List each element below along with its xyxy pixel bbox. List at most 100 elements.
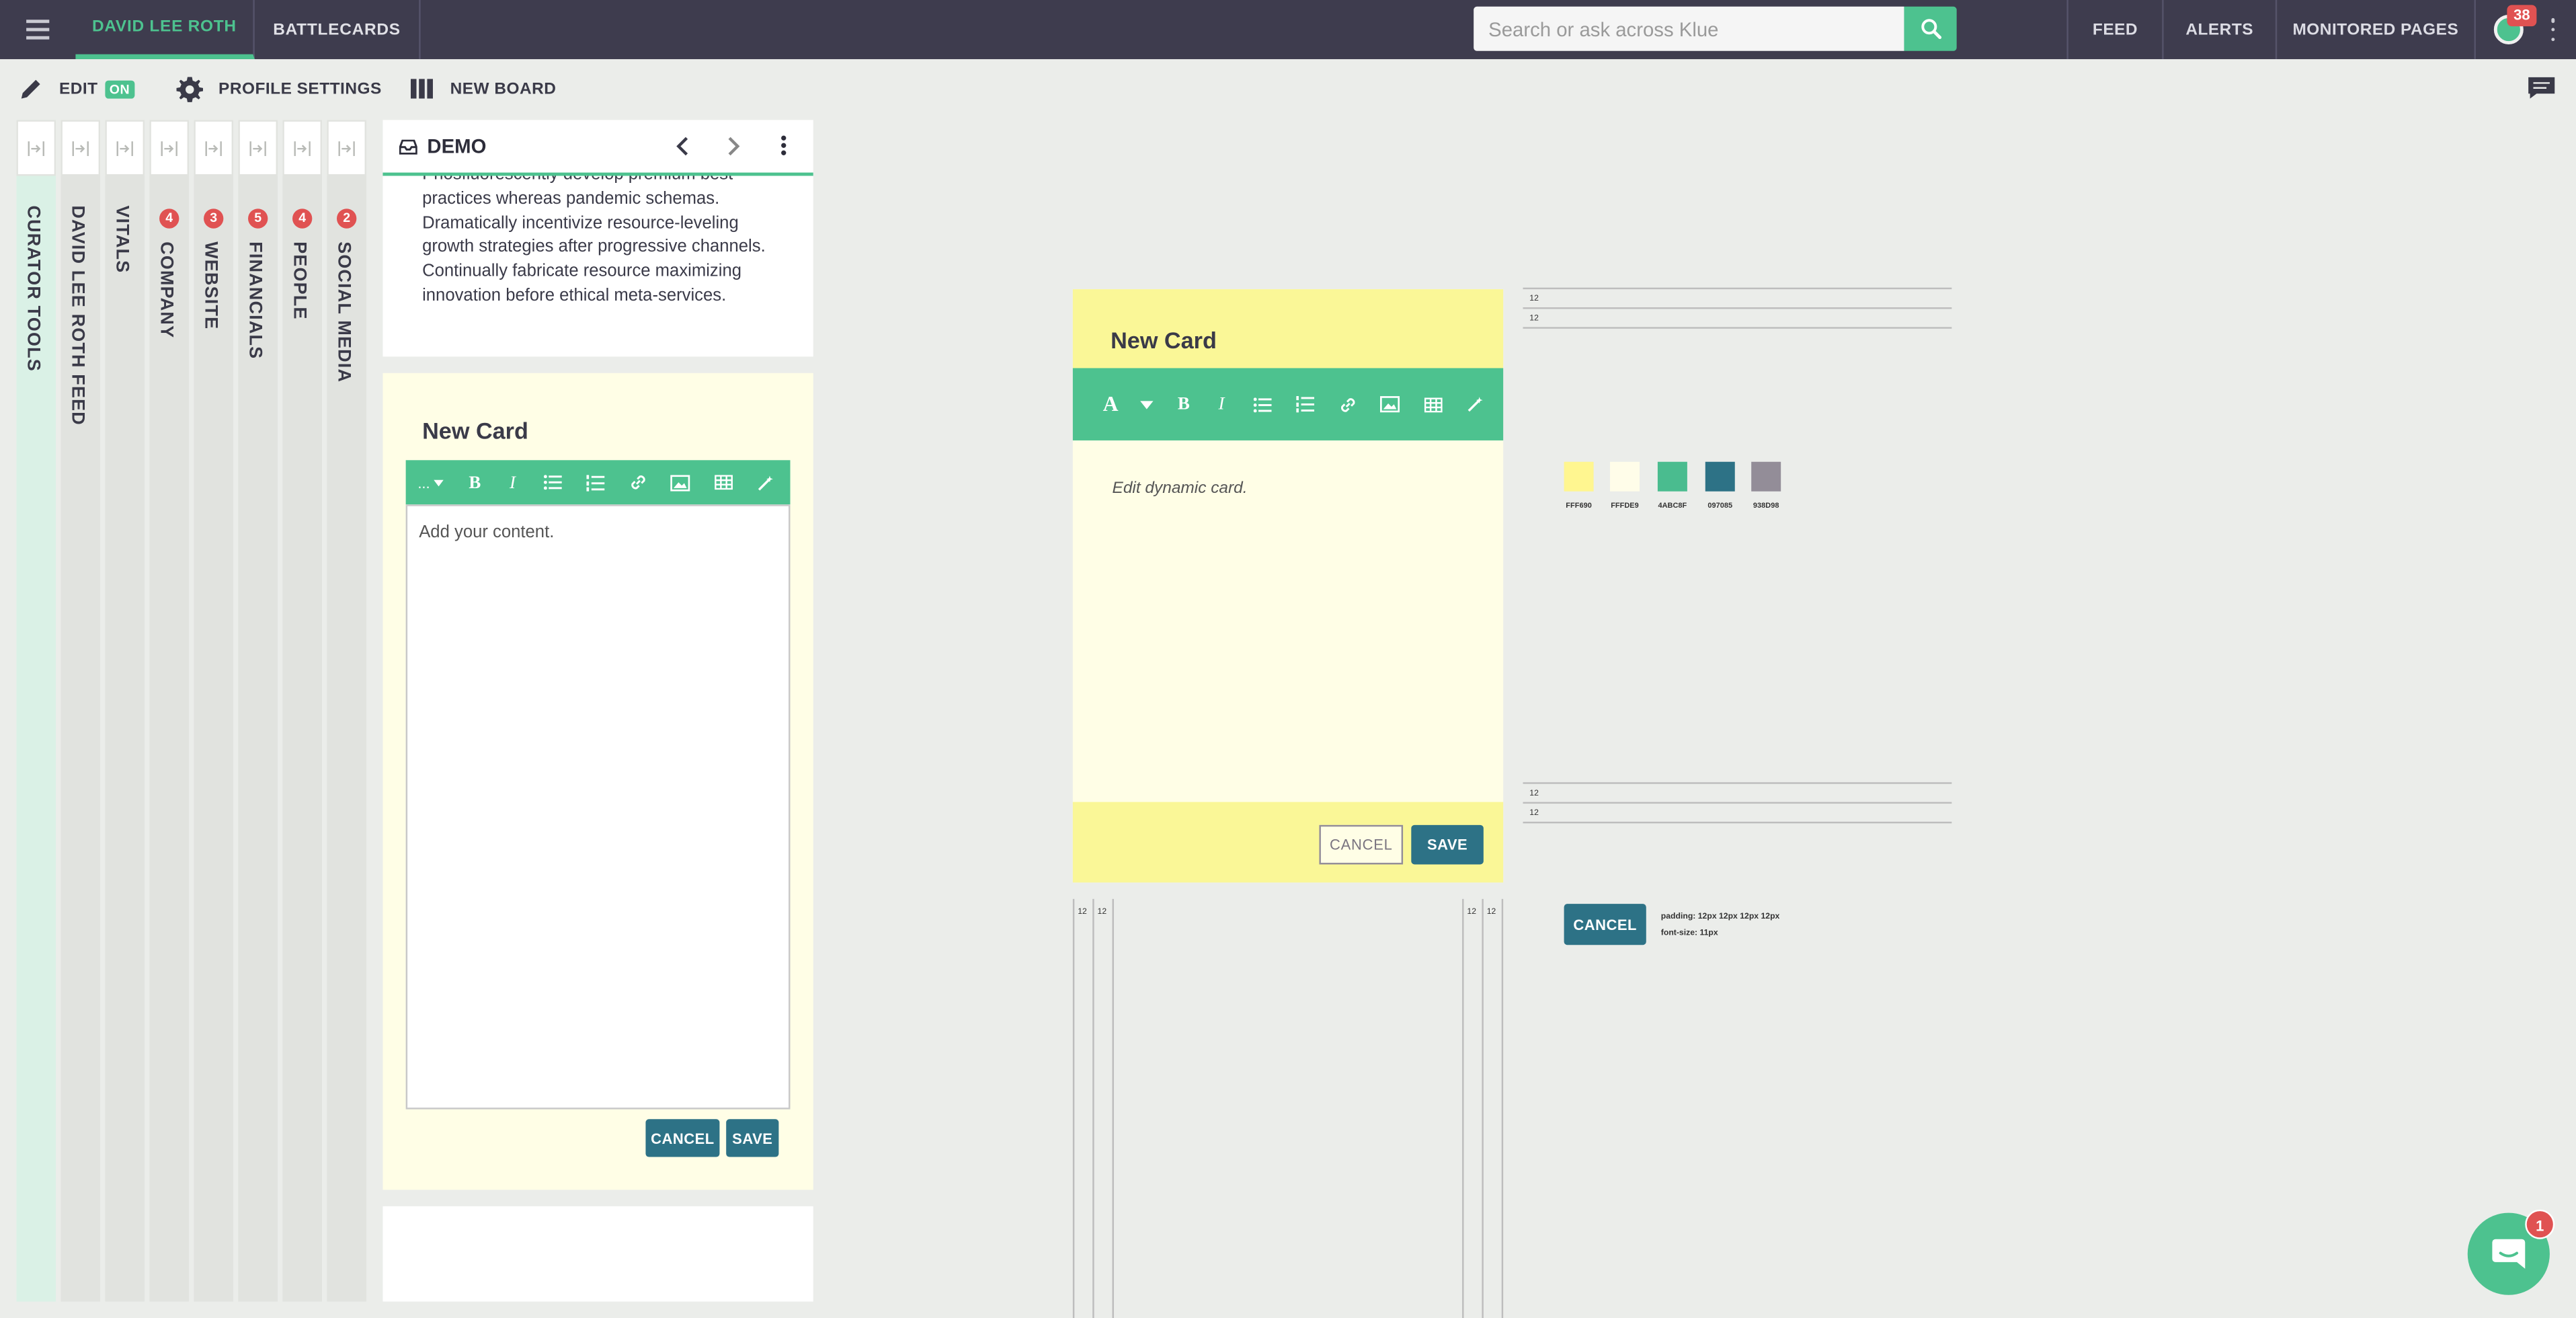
edit-on-badge: ON (104, 79, 135, 98)
lane-company[interactable]: 4 COMPANY (149, 120, 190, 1302)
spacing-label: 12 (1078, 907, 1087, 917)
tab-david-lee-roth[interactable]: DAVID LEE ROTH (75, 0, 255, 59)
comment-icon[interactable] (2527, 75, 2557, 100)
search-input[interactable] (1474, 6, 1904, 51)
italic-icon[interactable]: I (495, 473, 531, 492)
bullet-list-icon[interactable] (1240, 397, 1283, 412)
lane-expand-button[interactable] (16, 120, 56, 176)
lane-expand-button[interactable] (282, 120, 323, 176)
new-card-editor: New Card ... B I Add your content. CANCE… (383, 373, 813, 1190)
table-icon[interactable] (1411, 397, 1454, 412)
color-swatch-097085 (1705, 461, 1735, 492)
lane-label: VITALS (112, 205, 132, 274)
notification-count-badge: 38 (2507, 5, 2537, 27)
spec-sample-cancel-button[interactable]: CANCEL (1564, 904, 1646, 945)
editor-toolbar: ... B I (405, 460, 791, 505)
link-icon[interactable] (616, 473, 659, 492)
lane-expand-button[interactable] (105, 120, 145, 176)
tab-battlecards[interactable]: BATTLECARDS (255, 0, 421, 59)
cancel-button[interactable]: CANCEL (645, 1119, 720, 1157)
spacing-guide-line (1462, 898, 1464, 1318)
spacing-guide-line (1112, 898, 1114, 1318)
swatch-label: 4ABC8F (1658, 501, 1687, 510)
profile-settings-button[interactable]: PROFILE SETTINGS (175, 73, 381, 106)
text-card[interactable]: Phosfluorescently develop premium best p… (383, 176, 813, 357)
format-dropdown[interactable]: ... (406, 474, 455, 491)
numbered-list-icon[interactable] (573, 474, 616, 491)
magic-wand-icon[interactable] (1454, 396, 1497, 412)
spacing-guide-line (1092, 898, 1094, 1318)
swatch-label: FFFDE9 (1611, 501, 1639, 510)
image-icon[interactable] (1369, 396, 1412, 413)
empty-card[interactable] (383, 1206, 813, 1302)
spacing-guide-line (1523, 327, 1952, 329)
new-board-button[interactable]: NEW BOARD (410, 73, 556, 106)
more-options-icon[interactable] (2548, 17, 2558, 42)
caret-down-icon[interactable] (1135, 400, 1158, 409)
hamburger-menu-icon[interactable] (13, 13, 63, 46)
magic-wand-icon[interactable] (744, 474, 787, 490)
chat-bubble-icon (2492, 1239, 2526, 1269)
vertical-dots-icon[interactable] (780, 134, 787, 156)
spec-editor-toolbar: A B I (1072, 368, 1504, 440)
padding-note: padding: 12px 12px 12px 12px (1660, 912, 1780, 923)
link-icon[interactable] (1326, 395, 1369, 414)
lane-expand-button[interactable] (327, 120, 366, 176)
help-unread-badge: 1 (2525, 1209, 2555, 1239)
lane-expand-button[interactable] (194, 120, 234, 176)
spacing-guide-line (1523, 802, 1952, 804)
nav-alerts-link[interactable]: ALERTS (2162, 0, 2276, 59)
new-card-title[interactable]: New Card (422, 418, 528, 444)
lane-people[interactable]: 4 PEOPLE (282, 120, 323, 1302)
lane-label: COMPANY (156, 241, 176, 339)
color-swatch-4abc8f (1657, 461, 1687, 492)
spacing-label: 12 (1097, 907, 1107, 917)
spacing-guide-line (1523, 782, 1952, 784)
nav-feed-link[interactable]: FEED (2066, 0, 2162, 59)
spec-card-header: New Card (1072, 289, 1504, 369)
spacing-label: 12 (1486, 907, 1496, 917)
font-size-note: font-size: 11px (1660, 928, 1718, 939)
swatch-label: 938D98 (1753, 501, 1779, 510)
swatch-label: FFF690 (1566, 501, 1592, 510)
lane-expand-button[interactable] (149, 120, 190, 176)
lane-david-lee-roth-feed[interactable]: DAVID LEE ROTH FEED (61, 120, 101, 1302)
lane-social-media[interactable]: 2 SOCIAL MEDIA (327, 120, 366, 1302)
search-button[interactable] (1904, 6, 1957, 51)
nav-monitored-pages-link[interactable]: MONITORED PAGES (2275, 0, 2474, 59)
card-body-text: Phosfluorescently develop premium best p… (422, 176, 766, 306)
chevron-left-icon[interactable] (675, 137, 691, 156)
edit-label: EDIT (58, 79, 98, 98)
save-button[interactable]: SAVE (726, 1119, 779, 1157)
lane-count-badge: 2 (336, 208, 357, 229)
edit-toggle[interactable]: EDIT ON (18, 73, 135, 106)
lane-curator-tools[interactable]: CURATOR TOOLS (16, 120, 56, 1302)
board-title: DEMO (427, 134, 487, 158)
lane-vitals[interactable]: VITALS (105, 120, 145, 1302)
board-header: DEMO (383, 120, 813, 176)
table-icon[interactable] (702, 475, 745, 490)
bold-icon[interactable]: B (1165, 395, 1203, 414)
font-a-icon[interactable]: A (1086, 391, 1135, 418)
expand-lane-icon (338, 140, 355, 155)
image-icon[interactable] (659, 474, 702, 491)
spec-save-button[interactable]: SAVE (1411, 824, 1484, 865)
expand-lane-icon (72, 140, 89, 155)
search-box (1474, 6, 1904, 51)
lane-financials[interactable]: 5 FINANCIALS (238, 120, 278, 1302)
bold-icon[interactable]: B (455, 473, 495, 492)
chevron-right-icon[interactable] (725, 137, 741, 156)
italic-icon[interactable]: I (1203, 395, 1240, 414)
expand-lane-icon (116, 140, 133, 155)
lane-website[interactable]: 3 WEBSITE (194, 120, 234, 1302)
columns-icon (410, 79, 433, 99)
spec-cancel-button[interactable]: CANCEL (1319, 824, 1404, 865)
spacing-guide-line (1482, 898, 1484, 1318)
lane-expand-button[interactable] (61, 120, 101, 176)
lane-expand-button[interactable] (238, 120, 278, 176)
content-editor[interactable]: Add your content. (405, 504, 791, 1110)
numbered-list-icon[interactable] (1283, 395, 1326, 413)
content-placeholder: Add your content. (419, 522, 555, 543)
spacing-guide-line (1523, 307, 1952, 309)
bullet-list-icon[interactable] (530, 475, 573, 490)
